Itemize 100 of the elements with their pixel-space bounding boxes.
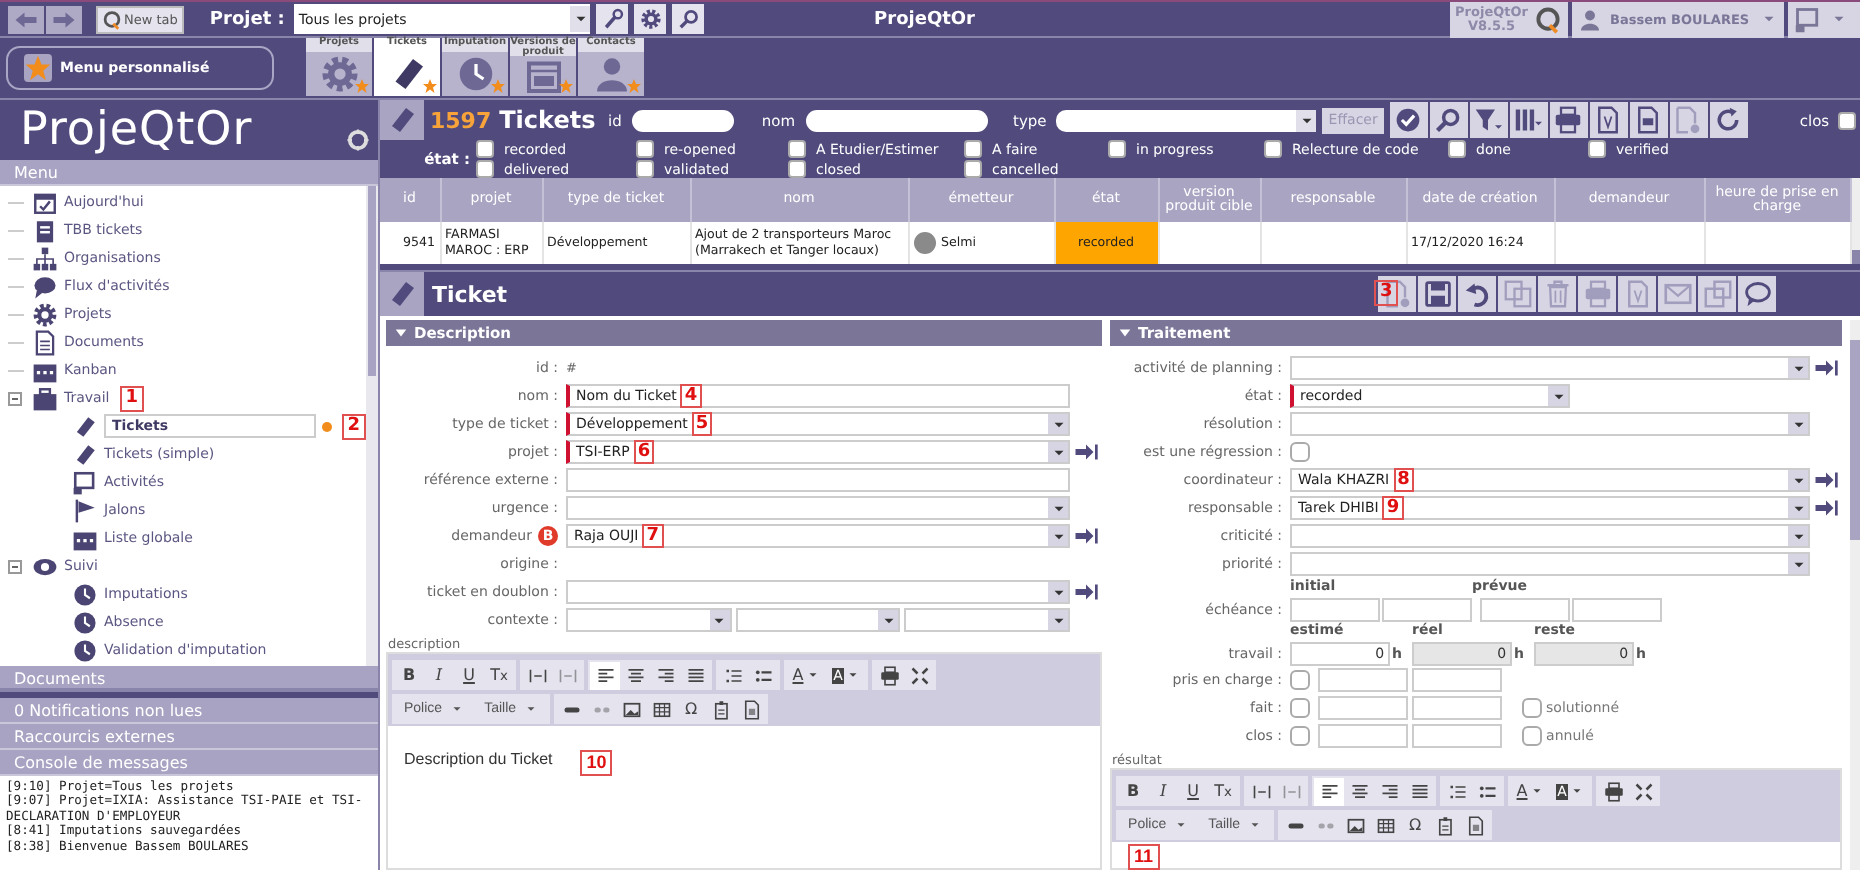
filter-field[interactable] (631, 109, 734, 131)
scrollbar[interactable] (1850, 320, 1860, 870)
toolbar-button[interactable] (1709, 102, 1748, 138)
date-field[interactable] (1318, 696, 1409, 720)
special-character-button[interactable]: Ω (676, 695, 707, 723)
checkbox[interactable] (1522, 698, 1543, 718)
text-color-button[interactable]: A (786, 661, 826, 689)
outdent-icon (1251, 781, 1272, 801)
caret-icon (805, 668, 820, 682)
time-field[interactable] (1572, 598, 1663, 622)
arrow-right-icon[interactable] (1074, 440, 1099, 464)
q-logo-icon (102, 9, 122, 29)
bold-button[interactable]: B (394, 661, 424, 689)
underline-button[interactable]: U (454, 661, 484, 689)
date-field[interactable] (1480, 598, 1571, 622)
checkbox[interactable] (1448, 140, 1466, 158)
bold-button[interactable]: B (1118, 777, 1149, 805)
checkbox[interactable] (636, 160, 654, 178)
checkbox[interactable] (1290, 726, 1311, 746)
text-color-button[interactable]: A (1510, 777, 1551, 805)
toolbar-button[interactable] (1509, 102, 1548, 138)
arrow-right-icon[interactable] (1074, 580, 1099, 604)
checkbox[interactable] (964, 140, 982, 158)
underline-button[interactable]: U (1178, 777, 1209, 805)
checkbox[interactable] (1588, 140, 1606, 158)
indent-icon (1281, 781, 1302, 801)
checkbox[interactable] (1290, 670, 1311, 690)
back-button[interactable] (8, 5, 44, 33)
collapse-toggle[interactable] (8, 559, 22, 573)
time-field[interactable] (1412, 696, 1503, 720)
toolbar-button[interactable] (1589, 102, 1628, 138)
date-field[interactable] (1290, 598, 1381, 622)
date-field[interactable] (1318, 724, 1409, 748)
toolbar-button[interactable] (1418, 276, 1456, 312)
date-field[interactable] (1318, 668, 1409, 692)
checkbox[interactable] (636, 140, 654, 158)
toolbar-button[interactable] (1389, 102, 1428, 138)
checkbox[interactable] (476, 140, 494, 158)
arrow-right-icon[interactable] (1814, 496, 1839, 520)
checkbox[interactable] (1290, 698, 1311, 718)
annotation-marker: 2 (341, 413, 366, 439)
arrow-right-icon[interactable] (1074, 524, 1099, 548)
arrow-right-icon[interactable] (1814, 468, 1839, 492)
time-field[interactable] (1412, 724, 1503, 748)
scrollbar[interactable] (366, 186, 378, 666)
checkbox[interactable] (1264, 140, 1282, 158)
checkbox[interactable] (964, 160, 982, 178)
toolbar-button[interactable] (1669, 102, 1708, 138)
toolbar-button[interactable] (1629, 102, 1668, 138)
collapse-icon[interactable] (1118, 326, 1133, 340)
display-menu[interactable] (1787, 1, 1860, 37)
numbered-list-icon (1447, 781, 1468, 801)
toolbar-button[interactable] (1738, 276, 1776, 312)
arrow-right-icon[interactable] (1814, 356, 1839, 380)
toolbar-button[interactable] (1469, 102, 1508, 138)
monitor-icon (1793, 5, 1822, 33)
checkbox[interactable] (788, 140, 806, 158)
caret-icon (1570, 784, 1585, 798)
caret-icon (1529, 784, 1544, 798)
editor-button[interactable] (590, 661, 620, 689)
annotation-marker: 4 (680, 384, 702, 408)
dot-icon (321, 421, 332, 431)
toolbar-button[interactable] (1458, 276, 1496, 312)
search-icon (1434, 106, 1463, 134)
checkbox[interactable] (476, 160, 494, 178)
special-character-button[interactable]: Ω (1400, 811, 1431, 839)
paste-icon (711, 699, 732, 719)
search-button[interactable] (672, 4, 705, 34)
printer-icon (1583, 280, 1611, 308)
star-icon (422, 78, 438, 94)
settings-button[interactable] (634, 4, 667, 34)
checkbox[interactable] (1108, 140, 1126, 158)
time-field[interactable] (1382, 598, 1473, 622)
checkbox[interactable] (788, 160, 806, 178)
checkbox[interactable] (1522, 726, 1543, 746)
annotation-marker: 3 (1374, 280, 1399, 306)
checkbox[interactable] (1290, 442, 1311, 462)
italic-button[interactable]: I (1148, 777, 1179, 805)
lifebuoy-icon[interactable] (346, 128, 370, 152)
toolbar-button[interactable] (1549, 102, 1588, 138)
text-field[interactable] (566, 468, 1071, 492)
filter-field[interactable] (805, 109, 988, 131)
check-circle-icon (1394, 106, 1423, 134)
type-filter-dropdown[interactable] (1056, 109, 1317, 131)
tool-button[interactable] (596, 4, 629, 34)
checkbox[interactable] (1837, 111, 1856, 129)
gear-icon (32, 301, 58, 327)
collapse-icon[interactable] (394, 326, 408, 340)
collapse-toggle[interactable] (8, 391, 22, 405)
ticket-icon (386, 104, 418, 136)
hierarchy-icon (32, 245, 58, 271)
editor-button[interactable] (1314, 777, 1345, 805)
search-icon (677, 8, 700, 30)
toolbar-button[interactable] (1378, 276, 1416, 312)
italic-button[interactable]: I (424, 661, 454, 689)
toolbar-button[interactable] (1429, 102, 1468, 138)
scrollbar[interactable] (1851, 178, 1860, 264)
bullet-list-icon (753, 665, 773, 685)
forward-button[interactable] (46, 5, 82, 33)
time-field[interactable] (1412, 668, 1503, 692)
